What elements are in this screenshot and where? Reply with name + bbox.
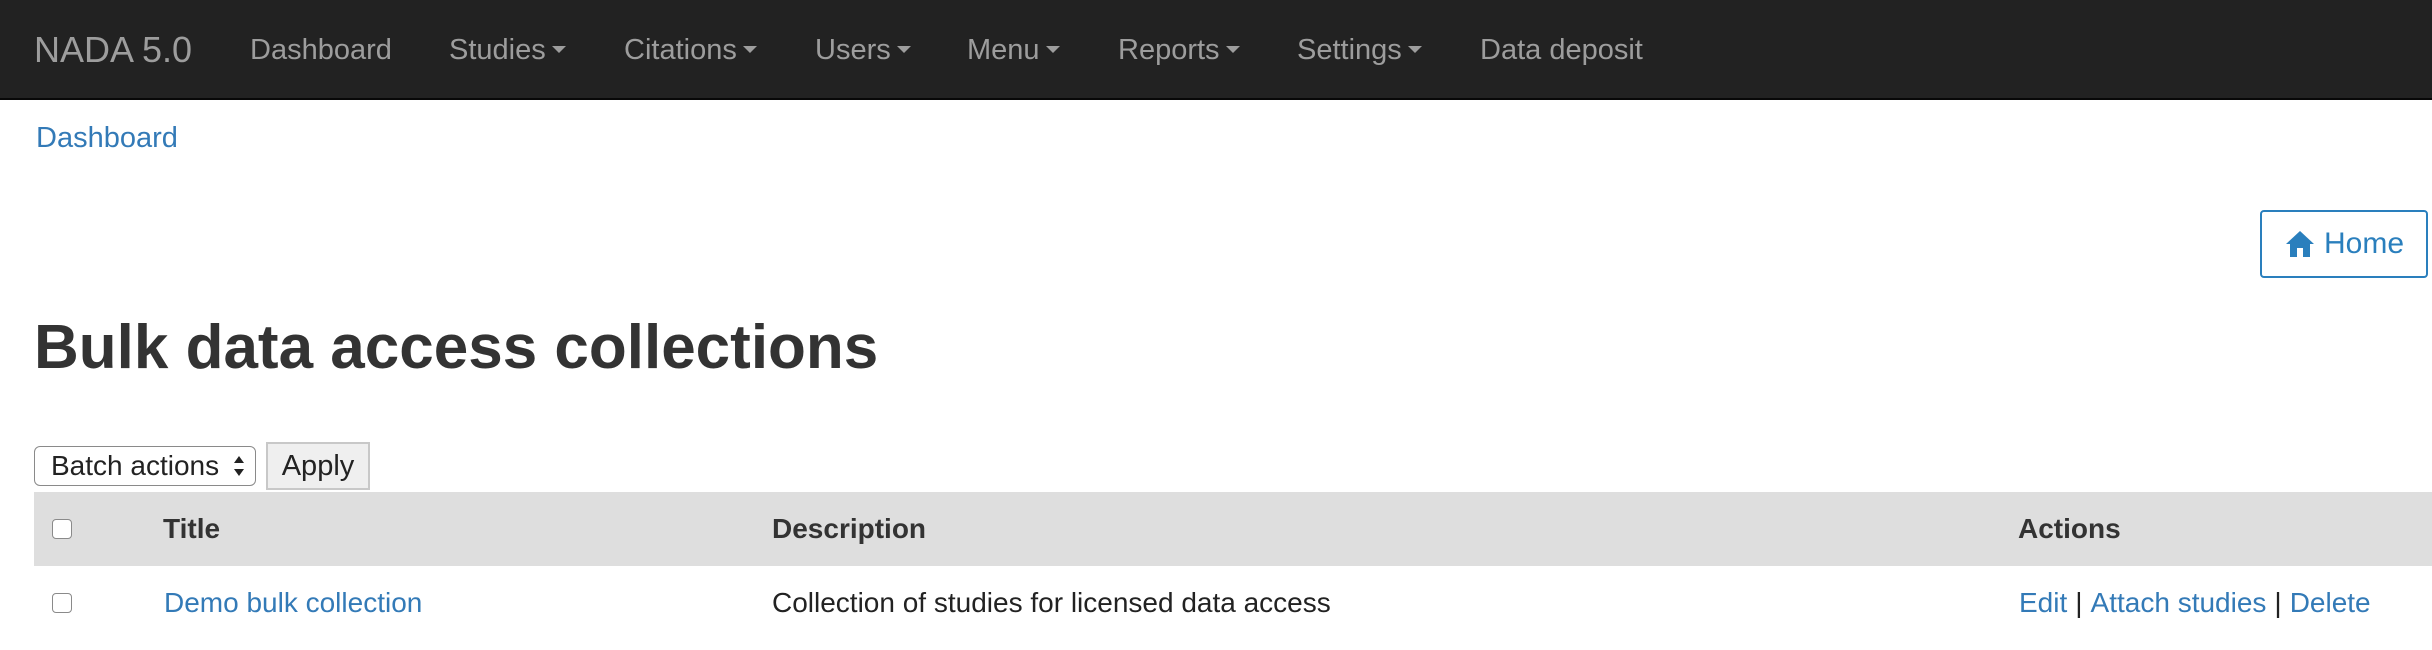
nav-settings-label: Settings [1297,34,1402,66]
column-header-title: Title [163,513,221,544]
caret-down-icon [551,45,566,53]
action-separator: | [2075,587,2083,618]
home-icon [2285,231,2314,257]
caret-down-icon [1407,45,1422,53]
nav-settings[interactable]: Settings [1297,0,1422,100]
nav-users-label: Users [815,34,891,66]
breadcrumb-dashboard-link[interactable]: Dashboard [36,122,178,155]
nav-data-deposit[interactable]: Data deposit [1480,0,1643,100]
select-arrows-icon [234,456,244,476]
collection-description: Collection of studies for licensed data … [772,587,1331,618]
brand-logo[interactable]: NADA 5.0 [34,0,192,100]
nav-dashboard-label: Dashboard [250,34,392,66]
nav-menu-label: Menu [967,34,1040,66]
home-button-label: Home [2323,227,2405,260]
row-checkbox[interactable] [52,593,72,613]
nav-citations-label: Citations [624,34,737,66]
edit-link[interactable]: Edit [2019,587,2067,618]
action-separator: | [2274,587,2282,618]
batch-actions-select[interactable]: Batch actions [34,446,256,486]
top-navbar: NADA 5.0 Dashboard Studies Citations Use… [0,0,2432,100]
caret-down-icon [1045,45,1060,53]
nav-data-deposit-label: Data deposit [1480,34,1643,66]
nav-studies[interactable]: Studies [449,0,566,100]
nav-dashboard[interactable]: Dashboard [250,0,392,100]
nav-users[interactable]: Users [815,0,911,100]
home-button[interactable]: Home [2260,210,2428,278]
page-title: Bulk data access collections [34,313,879,382]
table-row: Demo bulk collection Collection of studi… [34,566,2432,640]
nav-reports[interactable]: Reports [1118,0,1240,100]
caret-down-icon [742,45,757,53]
apply-button[interactable]: Apply [266,442,370,490]
row-actions: Edit | Attach studies | Delete [2019,566,2371,640]
batch-actions-value: Batch actions [51,450,220,481]
attach-studies-link[interactable]: Attach studies [2091,587,2267,618]
nav-studies-label: Studies [449,34,546,66]
select-all-checkbox[interactable] [52,519,72,539]
nav-citations[interactable]: Citations [624,0,757,100]
delete-link[interactable]: Delete [2290,587,2371,618]
caret-down-icon [896,45,911,53]
column-header-actions: Actions [2018,513,2121,544]
table-header-row: Title Description Actions [34,492,2432,566]
caret-down-icon [1225,45,1240,53]
nav-menu[interactable]: Menu [967,0,1060,100]
nav-reports-label: Reports [1118,34,1220,66]
column-header-description: Description [772,513,927,544]
collection-title-link[interactable]: Demo bulk collection [164,566,422,640]
